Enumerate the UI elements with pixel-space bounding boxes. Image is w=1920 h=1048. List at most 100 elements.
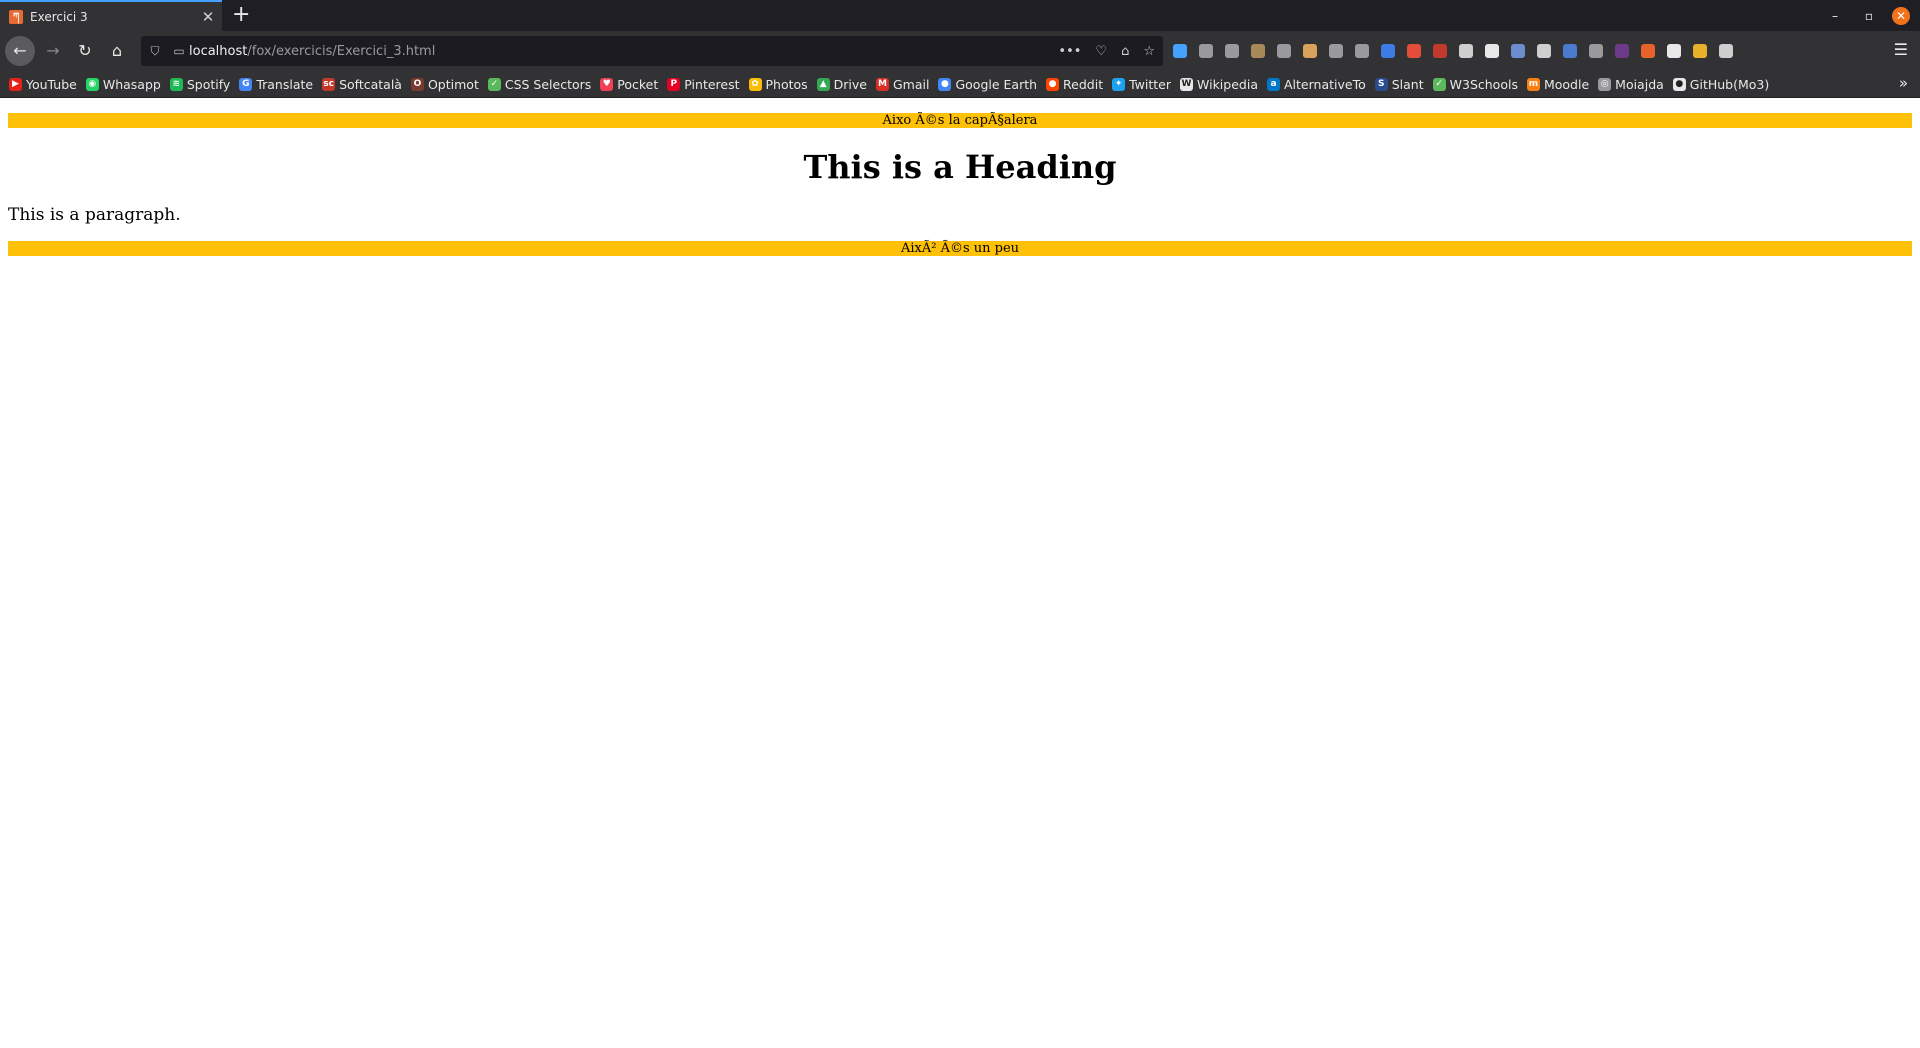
bookmark-item[interactable]: ▲ Drive [816, 76, 867, 92]
menu-icon[interactable]: ☰ [1894, 42, 1908, 58]
xampp-icon: ཀ [9, 9, 23, 24]
bookmark-label: Pinterest [684, 76, 740, 92]
extension-icon[interactable] [1719, 44, 1733, 58]
minimize-button[interactable]: – [1818, 9, 1852, 23]
bookmark-label: Optimot [427, 76, 479, 92]
bookmark-item[interactable]: m Moodle [1526, 76, 1590, 92]
extension-icon[interactable] [1329, 44, 1343, 58]
extension-icon[interactable] [1407, 44, 1421, 58]
bookmark-label: Drive [833, 76, 867, 92]
page-info-icon[interactable]: ▭ [169, 44, 189, 58]
back-button[interactable]: ← [5, 36, 35, 66]
bookmarks-toolbar: ▶ YouTube ◉ Whasapp ≋ Spotify G Translate sc Soft… [0, 71, 1920, 98]
extension-icon[interactable] [1459, 44, 1473, 58]
extension-icon[interactable] [1355, 44, 1369, 58]
extension-icon[interactable] [1615, 44, 1629, 58]
bookmark-item[interactable]: ▶ YouTube [9, 77, 77, 92]
navigation-toolbar: ← → ↻ ⌂ ⛉ ▭ localhost/fox/exercicis/Exer… [0, 31, 1920, 71]
optimot-icon: O [410, 77, 424, 91]
bookmark-item[interactable]: ✓ CSS Selectors [487, 77, 591, 92]
bookmark-item[interactable]: S Slant [1374, 77, 1424, 92]
bookmark-item[interactable]: M Gmail [876, 77, 929, 92]
page-header-band: Aixo Ã©s la capÃ§alera [8, 113, 1912, 128]
bookmark-item[interactable]: ● GitHub(Mo3) [1672, 76, 1770, 92]
extension-icon[interactable] [1667, 44, 1681, 58]
url-bar[interactable]: ⛉ ▭ localhost/fox/exercicis/Exercici_3.h… [141, 36, 1163, 66]
extension-icon[interactable] [1589, 44, 1603, 58]
bookmark-item[interactable]: ♥ Pocket [600, 77, 658, 92]
bookmark-item[interactable]: ✦ Twitter [1112, 77, 1171, 92]
bookmark-star-icon[interactable]: ☆ [1143, 44, 1155, 59]
alternativeto-icon: a [1266, 77, 1280, 91]
bookmark-label: Spotify [186, 76, 231, 92]
reload-button[interactable]: ↻ [71, 37, 99, 65]
tab-active[interactable]: ཀ Exercici 3 ✕ [0, 0, 222, 31]
extension-icon[interactable] [1199, 44, 1213, 58]
extension-icon[interactable] [1433, 44, 1447, 58]
bookmark-item[interactable]: a AlternativeTo [1266, 77, 1366, 92]
pocket-icon[interactable]: ♡ [1095, 44, 1107, 59]
bookmark-label: Google Earth [955, 76, 1038, 92]
bookmark-label: Softcatalà [339, 76, 402, 92]
css-selectors-icon: ✓ [487, 77, 501, 91]
bookmark-item[interactable]: ● Google Earth [938, 77, 1037, 92]
bookmark-label: Twitter [1129, 76, 1172, 92]
bookmark-item[interactable]: ◉ Whasapp [85, 77, 161, 92]
bookmark-item[interactable]: G Translate [239, 77, 313, 92]
w3schools-icon: ✓ [1432, 77, 1446, 91]
bookmark-item[interactable]: ✿ Photos [748, 77, 808, 92]
extension-icon[interactable] [1511, 44, 1525, 58]
page-actions-icon[interactable]: ••• [1058, 44, 1081, 59]
bookmark-item[interactable]: ◎ Moiajda [1598, 77, 1664, 92]
bookmark-item[interactable]: ≋ Spotify [169, 76, 231, 92]
page-footer-band: AixÃ² Ã©s un peu [8, 241, 1912, 256]
bookmark-label: W3Schools [1449, 76, 1518, 92]
github-icon: ● [1672, 77, 1686, 91]
tab-strip: ཀ Exercici 3 ✕ + – ▫ ✕ [0, 0, 1920, 31]
url-actions: ••• ♡ ⌂ ☆ [1058, 36, 1155, 66]
wikipedia-icon: W [1180, 77, 1194, 91]
bookmark-item[interactable]: sc Softcatalà [322, 77, 402, 92]
extension-icon[interactable] [1563, 44, 1577, 58]
window-controls: – ▫ ✕ [1818, 0, 1920, 31]
close-tab-icon[interactable]: ✕ [200, 8, 216, 26]
bookmark-item[interactable]: ✓ W3Schools [1432, 76, 1518, 92]
window-close-button[interactable]: ✕ [1892, 6, 1910, 25]
forward-button[interactable]: → [39, 37, 67, 65]
extension-icon[interactable] [1485, 44, 1499, 58]
url-text: localhost/fox/exercicis/Exercici_3.html [189, 44, 435, 59]
extension-icon[interactable] [1251, 44, 1265, 58]
home-shortcut-icon[interactable]: ⌂ [1121, 44, 1129, 59]
youtube-icon: ▶ [9, 77, 22, 91]
tracking-protection-icon[interactable]: ⛉ [141, 44, 169, 59]
pocket-icon: ♥ [600, 77, 614, 91]
bookmark-label: Moodle [1543, 76, 1590, 92]
extension-icon[interactable] [1225, 44, 1239, 58]
bookmark-item[interactable]: W Wikipedia [1180, 77, 1258, 92]
gmail-icon: M [876, 77, 889, 91]
extension-icon[interactable] [1693, 44, 1707, 58]
page-paragraph: This is a paragraph. [8, 205, 181, 225]
new-tab-button[interactable]: + [232, 2, 250, 28]
whatsapp-icon: ◉ [85, 77, 99, 91]
page-content: Aixo Ã©s la capÃ§alera This is a Heading… [0, 113, 1920, 256]
bookmark-item[interactable]: ● Reddit [1046, 77, 1103, 92]
reddit-icon: ● [1046, 77, 1060, 91]
bookmark-item[interactable]: P Pinterest [667, 76, 740, 92]
bookmark-label: GitHub(Mo3) [1689, 76, 1770, 92]
home-button[interactable]: ⌂ [103, 37, 131, 65]
translate-icon: G [239, 77, 253, 91]
extension-icon[interactable] [1641, 44, 1655, 58]
url-host: localhost [189, 43, 248, 59]
maximize-button[interactable]: ▫ [1852, 9, 1886, 23]
extension-icon[interactable] [1303, 44, 1317, 58]
extension-icon[interactable] [1381, 44, 1395, 58]
bookmark-item[interactable]: O Optimot [410, 76, 479, 92]
extension-icon[interactable] [1173, 44, 1187, 58]
bookmark-label: Translate [256, 76, 314, 92]
extension-icon[interactable] [1277, 44, 1291, 58]
extension-icon[interactable] [1537, 44, 1551, 58]
bookmark-label: Reddit [1063, 76, 1104, 92]
tab-title: Exercici 3 [30, 9, 88, 24]
bookmarks-overflow-icon[interactable]: » [1899, 74, 1908, 92]
